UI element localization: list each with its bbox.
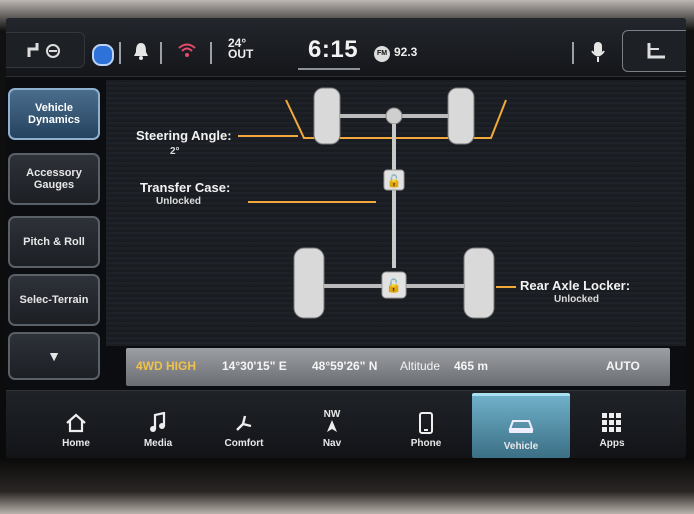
nav-media-label: Media (143, 438, 173, 449)
drivetrain-diagram: 🔓 🔓 (238, 87, 516, 319)
status-separator (160, 42, 162, 64)
music-note-icon (149, 408, 167, 438)
nav-nav-button[interactable]: NW Nav (292, 393, 372, 455)
rear-left-wheel (293, 247, 325, 319)
nav-comfort-button[interactable]: Comfort (204, 393, 284, 455)
rear-axle-lock-icon: 🔓 (386, 278, 402, 293)
altitude-label: Altitude (400, 359, 441, 373)
side-tab-selec-terrain[interactable]: Selec-Terrain (8, 274, 100, 326)
steering-angle-value: 2° (170, 146, 180, 157)
altitude-value: 465 m (454, 359, 489, 373)
nav-apps-button[interactable]: Apps (572, 393, 652, 455)
nav-phone-label: Phone (410, 438, 442, 449)
nav-home-label: Home (62, 438, 90, 449)
nav-phone-button[interactable]: Phone (386, 393, 466, 455)
drive-mode-indicator: 4WD HIGH (136, 359, 196, 373)
heated-seat-icon (233, 408, 255, 438)
compass-arrow-icon (326, 419, 337, 432)
home-icon (65, 408, 87, 438)
side-tab-pitch-roll[interactable]: Pitch & Roll (8, 216, 100, 268)
front-right-wheel (447, 87, 475, 145)
phone-icon (419, 408, 433, 438)
clock-time[interactable]: 6:15 (308, 36, 358, 64)
nav-apps-label: Apps (599, 438, 625, 449)
clock-underline (298, 68, 360, 70)
transfer-case-value: Unlocked (156, 196, 202, 207)
nav-vehicle-button[interactable]: Vehicle (472, 393, 570, 458)
wifi-signal-icon (176, 40, 198, 62)
infotainment-screen: 24° OUT 6:15 FM 92.3 Vehicle Dynamics Ac… (6, 18, 686, 458)
passenger-seat-controls-button[interactable] (622, 30, 686, 72)
status-separator (119, 42, 121, 64)
side-tab-accessory-gauges[interactable]: Accessory Gauges (8, 153, 100, 205)
status-separator (572, 42, 574, 64)
front-differential (385, 107, 403, 125)
side-menu-scroll-down-button[interactable]: ▼ (8, 332, 100, 380)
driver-seat-icon (27, 43, 60, 58)
auto-mode-label: AUTO (606, 359, 640, 373)
rear-right-wheel (463, 247, 495, 319)
transfer-case-lock-icon: 🔓 (387, 174, 402, 188)
vehicle-dynamics-panel: 🔓 🔓 Steering Angle: 2° Transfer Case: Un… (106, 80, 686, 346)
radio-frequency[interactable]: 92.3 (394, 45, 417, 59)
nav-home-button[interactable]: Home (36, 393, 116, 455)
front-left-wheel (313, 87, 341, 145)
nav-media-button[interactable]: Media (118, 393, 198, 455)
outside-temperature: 24° OUT (228, 37, 254, 61)
apps-grid-icon (602, 408, 622, 438)
dashboard-reflection (0, 458, 694, 514)
vehicle-icon (507, 411, 535, 441)
radio-band-badge[interactable]: FM (374, 46, 390, 62)
passenger-seat-icon (647, 43, 665, 59)
steering-angle-title: Steering Angle: (136, 128, 232, 143)
longitude-readout: 14°30'15" E (222, 359, 287, 373)
nav-vehicle-label: Vehicle (503, 441, 539, 452)
driver-profile-icon[interactable] (92, 44, 114, 66)
temperature-label: OUT (228, 47, 254, 61)
rear-axle-locker-value: Unlocked (554, 294, 600, 305)
transfer-case-title: Transfer Case: (140, 180, 231, 195)
microphone-icon[interactable] (586, 38, 610, 66)
compass-heading: NW (323, 402, 341, 438)
status-separator (210, 42, 212, 64)
latitude-readout: 48°59'26" N (312, 359, 378, 373)
driver-seat-controls-button[interactable] (6, 32, 85, 68)
notification-bell-icon[interactable] (130, 40, 152, 62)
status-bar: 24° OUT 6:15 FM 92.3 (6, 18, 686, 77)
rear-axle-locker-title: Rear Axle Locker: (520, 278, 631, 293)
compass-heading-text: NW (323, 408, 341, 420)
side-tab-vehicle-dynamics[interactable]: Vehicle Dynamics (8, 88, 100, 140)
nav-comfort-label: Comfort (224, 438, 264, 449)
nav-nav-label: Nav (322, 438, 342, 449)
drive-info-bar: 4WD HIGH 14°30'15" E 48°59'26" N Altitud… (126, 348, 670, 386)
bottom-navigation-bar: Home Media Comfort NW Nav Phone Vehicle (6, 390, 686, 458)
